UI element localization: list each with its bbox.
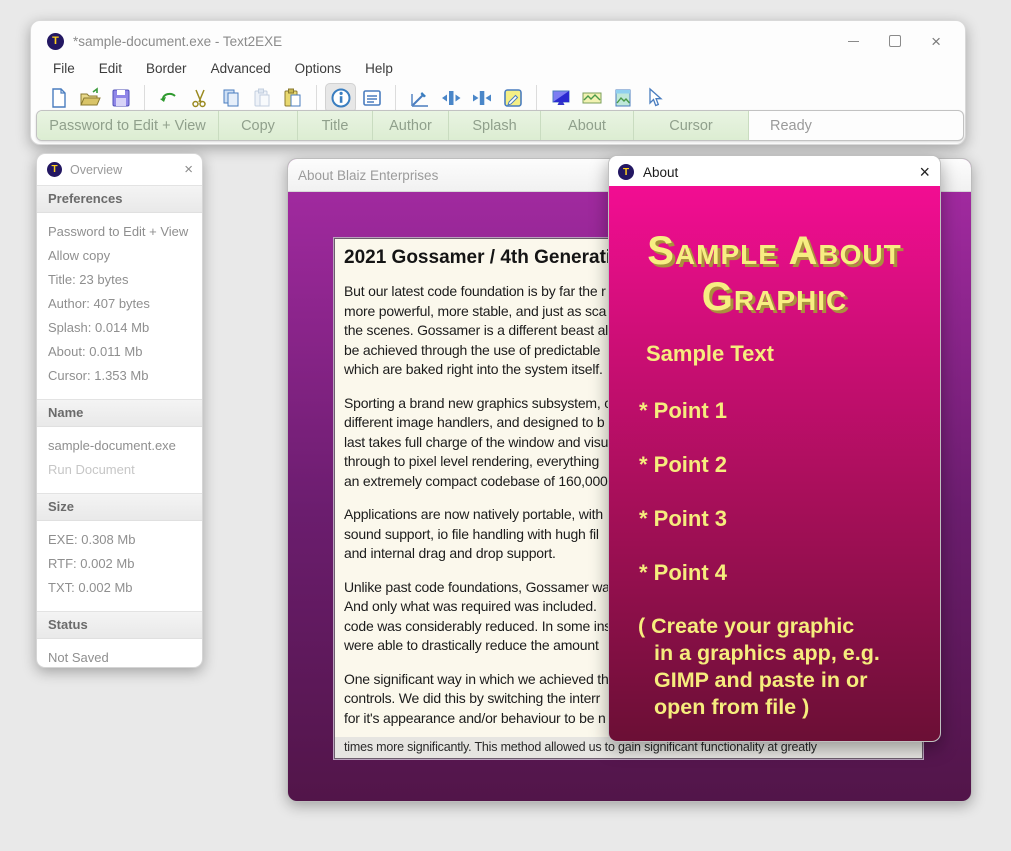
menu-options[interactable]: Options — [294, 60, 343, 77]
about-graphic-title: Sample About Graphic — [609, 228, 940, 320]
overview-item: Password to Edit + View — [37, 220, 202, 244]
paste-clipboard-icon[interactable] — [277, 83, 308, 113]
section-header-size: Size — [37, 493, 202, 521]
draw-line-icon[interactable] — [404, 83, 435, 113]
tab-about[interactable]: About — [541, 111, 634, 140]
menu-advanced[interactable]: Advanced — [210, 60, 272, 77]
toolbar-separator — [395, 85, 396, 111]
overview-close-icon[interactable]: × — [184, 161, 193, 178]
save-icon[interactable] — [105, 83, 136, 113]
tab-cursor[interactable]: Cursor — [634, 111, 749, 140]
section-header-name: Name — [37, 399, 202, 427]
section-header-preferences: Preferences — [37, 185, 202, 213]
overview-item: Splash: 0.014 Mb — [37, 316, 202, 340]
overview-item: Title: 23 bytes — [37, 268, 202, 292]
tab-copy[interactable]: Copy — [219, 111, 298, 140]
overview-item: sample-document.exe — [37, 434, 202, 458]
maximize-button[interactable] — [889, 35, 901, 47]
details-form-icon[interactable] — [356, 83, 387, 113]
overview-panel: T Overview × Preferences Password to Edi… — [36, 153, 203, 668]
pad-collapse-horizontal-icon[interactable] — [435, 83, 466, 113]
about-image-icon[interactable] — [607, 83, 638, 113]
about-point-4: * Point 4 — [639, 560, 727, 586]
copy-icon[interactable] — [215, 83, 246, 113]
about-point-3: * Point 3 — [639, 506, 727, 532]
tab-title[interactable]: Title — [298, 111, 373, 140]
edit-icon[interactable] — [497, 83, 528, 113]
overview-item-status: Not Saved — [37, 646, 202, 668]
graphic-title-line1: Sample About — [609, 228, 940, 274]
document-window-title: About Blaiz Enterprises — [298, 168, 438, 183]
paste-icon[interactable] — [246, 83, 277, 113]
about-point-1: * Point 1 — [639, 398, 727, 424]
about-title: About — [643, 165, 919, 180]
tab-author[interactable]: Author — [373, 111, 449, 140]
overview-item: EXE: 0.308 Mb — [37, 528, 202, 552]
new-document-icon[interactable] — [43, 83, 74, 113]
about-note-line: GIMP and paste in or — [654, 668, 867, 693]
overview-title: Overview — [70, 163, 184, 177]
overview-item: Cursor: 1.353 Mb — [37, 364, 202, 388]
graphic-title-line2: Graphic — [609, 274, 940, 320]
about-dialog: T About × Sample About Graphic Sample Te… — [608, 155, 941, 742]
app-logo-icon: T — [47, 33, 64, 50]
undo-icon[interactable] — [153, 83, 184, 113]
menu-border[interactable]: Border — [145, 60, 188, 77]
menu-file[interactable]: File — [52, 60, 76, 77]
overview-item: Allow copy — [37, 244, 202, 268]
close-button[interactable]: × — [931, 33, 941, 50]
minimize-button[interactable] — [848, 40, 859, 42]
about-close-icon[interactable]: × — [919, 162, 930, 183]
about-titlebar[interactable]: T About × — [609, 156, 940, 187]
open-file-icon[interactable] — [74, 83, 105, 113]
toolbar-separator — [316, 85, 317, 111]
overview-item: About: 0.011 Mb — [37, 340, 202, 364]
pad-expand-horizontal-icon[interactable] — [466, 83, 497, 113]
overview-item-run-document: Run Document — [37, 458, 202, 482]
tab-password[interactable]: Password to Edit + View — [37, 111, 219, 140]
overview-item: TXT: 0.002 Mb — [37, 576, 202, 600]
overview-titlebar[interactable]: T Overview × — [37, 154, 202, 183]
cursor-arrow-icon[interactable] — [638, 83, 669, 113]
about-note-line: ( Create your graphic — [638, 614, 854, 639]
about-note-line: open from file ) — [654, 695, 809, 720]
app-logo-icon: T — [618, 164, 634, 180]
main-window: T *sample-document.exe - Text2EXE × File… — [30, 20, 966, 145]
status-text: Ready — [749, 111, 812, 140]
menu-bar: File Edit Border Advanced Options Help — [31, 57, 965, 79]
main-titlebar[interactable]: T *sample-document.exe - Text2EXE × — [31, 21, 965, 57]
about-graphic: Sample About Graphic Sample Text * Point… — [609, 186, 940, 741]
overview-item: RTF: 0.002 Mb — [37, 552, 202, 576]
overview-item: Author: 407 bytes — [37, 292, 202, 316]
info-icon[interactable] — [325, 83, 356, 113]
stage-tabstrip: Password to Edit + View Copy Title Autho… — [36, 110, 964, 141]
about-note-line: in a graphics app, e.g. — [654, 641, 880, 666]
display-splash-icon[interactable] — [545, 83, 576, 113]
tab-splash[interactable]: Splash — [449, 111, 541, 140]
toolbar-separator — [144, 85, 145, 111]
section-header-status: Status — [37, 611, 202, 639]
app-logo-icon: T — [47, 162, 62, 177]
toolbar-separator — [536, 85, 537, 111]
menu-help[interactable]: Help — [364, 60, 394, 77]
menu-edit[interactable]: Edit — [98, 60, 123, 77]
cut-icon[interactable] — [184, 83, 215, 113]
splash-image-icon[interactable] — [576, 83, 607, 113]
about-sample-text: Sample Text — [646, 341, 774, 367]
about-point-2: * Point 2 — [639, 452, 727, 478]
window-title: *sample-document.exe - Text2EXE — [73, 34, 848, 49]
